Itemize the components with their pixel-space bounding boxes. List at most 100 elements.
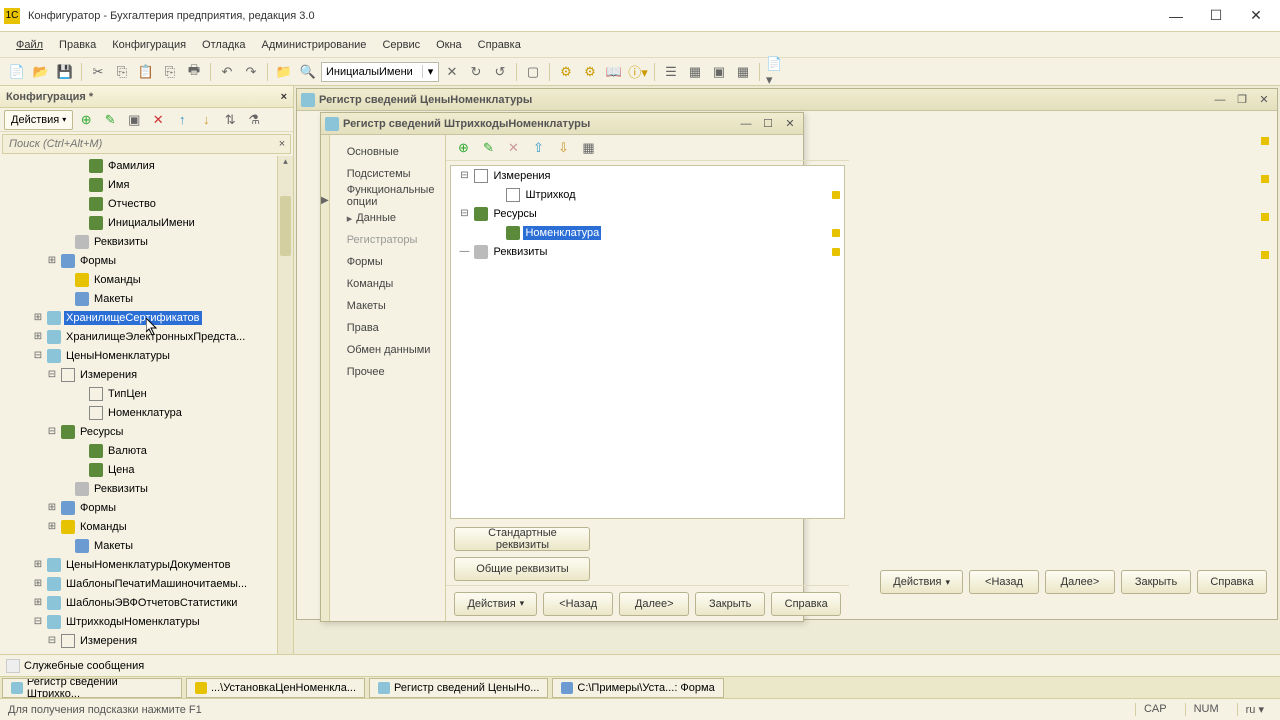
win2-next-button[interactable]: Далее> [619,592,689,616]
up2-icon[interactable]: ⇧ [527,137,549,159]
print-icon[interactable]: 🖶 [183,61,205,83]
tree-row[interactable]: ИнициалыИмени [0,213,293,232]
tree-row[interactable]: ⊟Измерения [0,631,293,650]
tree-row[interactable]: ⊟Измерения [451,166,844,185]
cut-icon[interactable]: ✂ [87,61,109,83]
name-combo[interactable]: ▾ [321,62,439,82]
actions-button[interactable]: Действия▾ [4,110,73,130]
tree-row[interactable]: ⊞ХранилищеЭлектронныхПредста... [0,327,293,346]
tab-funcopts[interactable]: Функциональные опции [336,185,446,207]
tree-row[interactable]: Фамилия [0,156,293,175]
paste-icon[interactable]: 📋 [135,61,157,83]
props2-icon[interactable]: ▦ [577,137,599,159]
undo-icon[interactable]: ↶ [216,61,238,83]
tree-row[interactable]: ТипЦен [0,384,293,403]
book-icon[interactable]: 📖 [603,61,625,83]
clear-icon[interactable]: ✕ [441,61,463,83]
tab-forms[interactable]: Формы [336,251,446,273]
copy2-icon[interactable]: ⎘ [159,61,181,83]
win2-help-button[interactable]: Справка [771,592,841,616]
tree-row[interactable]: ⊟Ресурсы [0,422,293,441]
tree-row[interactable]: Номенклатура [0,403,293,422]
tree-row[interactable]: Макеты [0,536,293,555]
tree-search[interactable]: × [2,134,291,154]
tab-registrators[interactable]: Регистраторы [336,229,446,251]
win2-back-button[interactable]: <Назад [543,592,613,616]
props-icon[interactable]: ▣ [123,109,145,131]
tree-row[interactable]: Отчество [0,194,293,213]
task-tab[interactable]: C:\Примеры\Уста...: Форма [552,678,723,698]
task-tab[interactable]: ...\УстановкаЦенНоменкла... [186,678,365,698]
list-icon[interactable]: ☰ [660,61,682,83]
menu-debug[interactable]: Отладка [194,35,253,55]
menu-help[interactable]: Справка [470,35,529,55]
tree-row[interactable]: Валюта [0,441,293,460]
combo-dropdown-icon[interactable]: ▾ [422,65,438,78]
tree-row[interactable]: ⊟ШтрихкодыНоменклатуры [0,612,293,631]
win1-min-icon[interactable]: — [1211,92,1229,108]
tree-row[interactable]: Макеты [0,289,293,308]
win1-back-button[interactable]: <Назад [969,570,1039,594]
win2-tree[interactable]: ⊟ИзмеренияШтрихкод⊟РесурсыНоменклатура—Р… [450,165,845,519]
common-requisites-button[interactable]: Общие реквизиты [454,557,590,581]
doc-icon[interactable]: 📄▾ [765,61,787,83]
info-icon[interactable]: ⓘ▾ [627,61,649,83]
tree-search-input[interactable] [3,138,274,150]
menu-admin[interactable]: Администрирование [254,35,375,55]
copy-icon[interactable]: ⎘ [111,61,133,83]
tab-commands[interactable]: Команды [336,273,446,295]
new-icon[interactable]: 📄 [6,61,28,83]
menu-config[interactable]: Конфигурация [104,35,194,55]
filter-icon[interactable]: ⚗ [243,109,265,131]
name-combo-input[interactable] [322,63,422,81]
tree-row[interactable]: Штрихкод [451,185,844,204]
window-icon[interactable]: ▢ [522,61,544,83]
open-icon[interactable]: 📂 [30,61,52,83]
edit2-icon[interactable]: ✎ [477,137,499,159]
sort-icon[interactable]: ⇅ [219,109,241,131]
menu-file[interactable]: Файл [8,35,51,55]
tab-subsystems[interactable]: Подсистемы [336,163,446,185]
tree-row[interactable]: Реквизиты [0,479,293,498]
menu-windows[interactable]: Окна [428,35,470,55]
edit-icon[interactable]: ✎ [99,109,121,131]
add-icon[interactable]: ⊕ [75,109,97,131]
tree-row[interactable]: Номенклатура [451,223,844,242]
win1-help-button[interactable]: Справка [1197,570,1267,594]
std-requisites-button[interactable]: Стандартные реквизиты [454,527,590,551]
search-clear-icon[interactable]: × [274,138,290,150]
tree-row[interactable]: ⊟ЦеныНоменклатуры [0,346,293,365]
tab-other[interactable]: Прочее [336,361,446,383]
win2-close-button[interactable]: Закрыть [695,592,765,616]
window-barcodes-titlebar[interactable]: Регистр сведений ШтрихкодыНоменклатуры —… [321,113,803,135]
menu-edit[interactable]: Правка [51,35,104,55]
task-tab[interactable]: Регистр сведений Штрихко... [2,678,182,698]
tree-row[interactable]: ⊟Измерения [0,365,293,384]
scroll-up-icon[interactable]: ▴ [278,156,293,171]
tree-row[interactable]: ⊞ХранилищеСертификатов [0,308,293,327]
config-panel-close-icon[interactable]: × [281,91,287,103]
nav-toggle[interactable]: ▶ [321,135,330,621]
find-icon[interactable]: 📁 [273,61,295,83]
win2-actions-button[interactable]: Действия▾ [454,592,537,616]
tree-row[interactable]: ⊞Команды [0,517,293,536]
tree-row[interactable]: ⊞Формы [0,251,293,270]
status-lang[interactable]: ru ▾ [1237,703,1272,716]
up-icon[interactable]: ↑ [171,109,193,131]
delete-icon[interactable]: ✕ [147,109,169,131]
config-tree[interactable]: ФамилияИмяОтчествоИнициалыИмениРеквизиты… [0,156,293,676]
tree-row[interactable]: Цена [0,460,293,479]
menu-service[interactable]: Сервис [374,35,428,55]
db-icon[interactable]: ▣ [708,61,730,83]
tree-row[interactable]: ⊟Ресурсы [451,204,844,223]
tree-row[interactable]: Реквизиты [0,232,293,251]
tab-main[interactable]: Основные [336,141,446,163]
tab-templates[interactable]: Макеты [336,295,446,317]
maximize-button[interactable]: ☐ [1196,2,1236,30]
search-icon[interactable]: 🔍 [297,61,319,83]
service-messages-bar[interactable]: Служебные сообщения [0,654,1280,676]
tab-rights[interactable]: Права [336,317,446,339]
table-icon[interactable]: ▦ [684,61,706,83]
refresh-icon[interactable]: ↻ [465,61,487,83]
tree-row[interactable]: ⊞ШаблоныПечатиМашиночитаемы... [0,574,293,593]
